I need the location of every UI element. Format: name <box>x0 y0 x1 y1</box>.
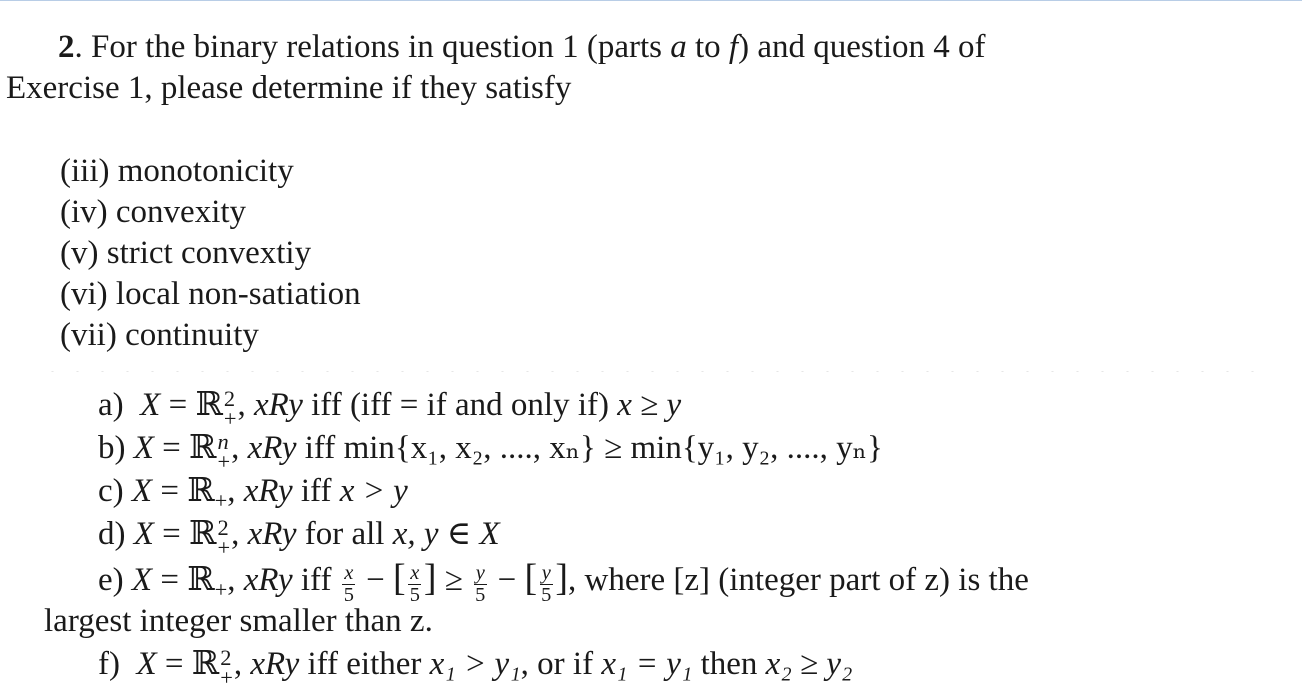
part-d: d) X = ℝ 2 +, xRy for all x, y ∈ X <box>98 515 500 561</box>
part-f: f) X = ℝ 2 +, xRy iff either x₁ > y₁, or i… <box>98 645 853 690</box>
question-number: 2 <box>58 29 75 65</box>
property-item: (vii) continuity <box>60 317 259 353</box>
part-b: b) X = ℝn +, xRy iff min{x₁, x₂, ...., xₙ… <box>98 429 883 475</box>
part-a: a) X = ℝ 2 +, xRy iff (iff = if and only i… <box>98 386 682 432</box>
question-intro-line-1: 2. For the binary relations in question … <box>58 29 986 65</box>
exercise-document: 2. For the binary relations in question … <box>0 0 1302 690</box>
part-e: e) X = ℝ+, xRy iff x5 − [x 5] ≥ y5 − [y 5]… <box>98 557 1029 606</box>
property-item: (vi) local non-satiation <box>60 276 361 312</box>
question-intro-line-2: Exercise 1, please determine if they sat… <box>6 70 572 106</box>
part-e-continuation: largest integer smaller than z. <box>44 603 433 639</box>
faint-dotted-divider <box>40 371 1270 372</box>
part-c: c) X = ℝ+, xRy iff x > y <box>98 473 408 514</box>
property-item: (iii) monotonicity <box>60 153 294 189</box>
property-item: (iv) convexity <box>60 194 247 230</box>
property-item: (v) strict convextiy <box>60 235 312 271</box>
